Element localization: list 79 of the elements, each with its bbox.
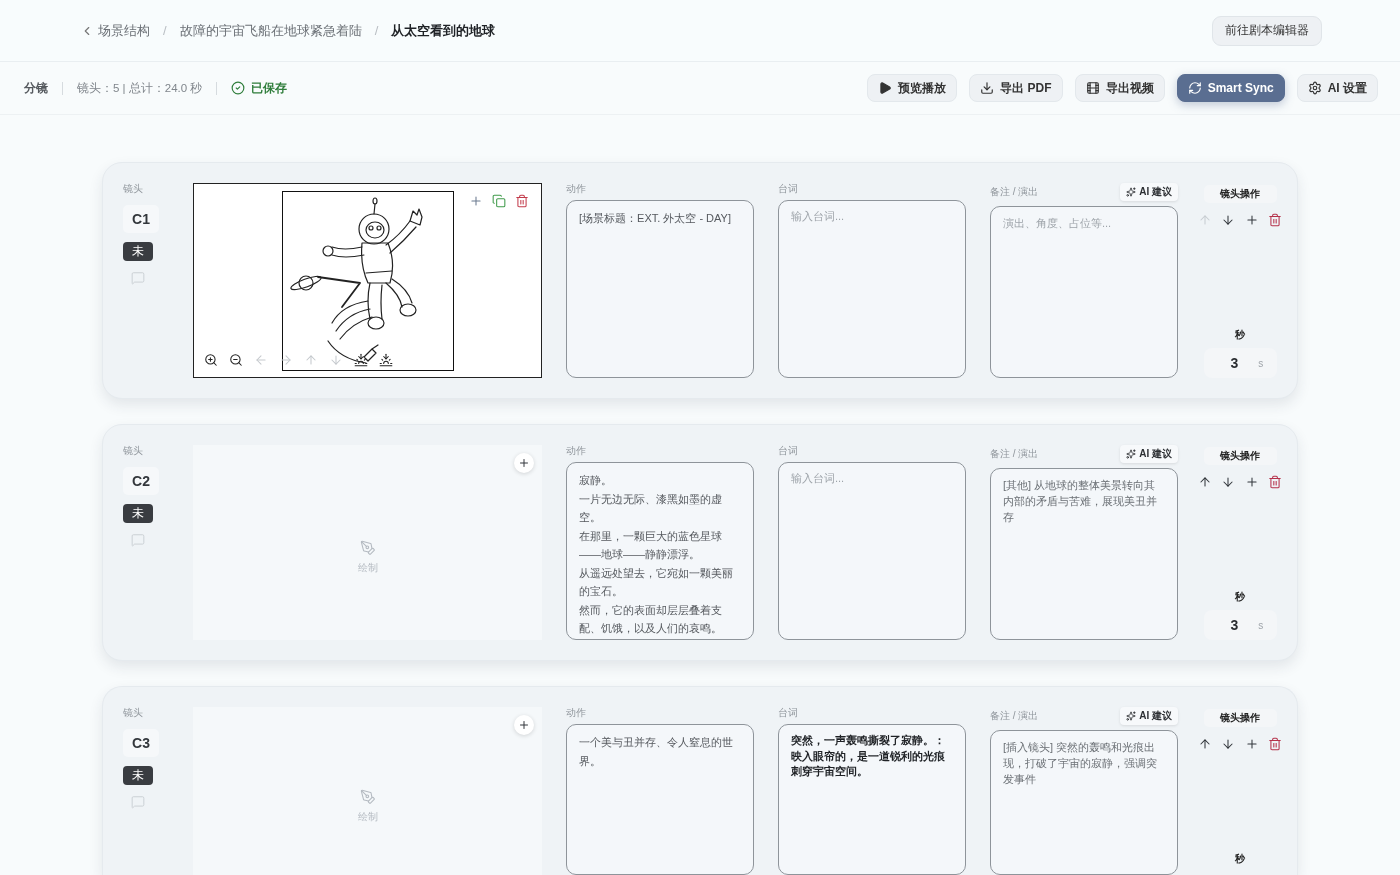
ai-suggest-button[interactable]: AI 建议 xyxy=(1120,445,1178,463)
shot-heading: 镜头 xyxy=(123,183,143,195)
status-badge: 未 xyxy=(123,766,153,785)
field-label: 台词 xyxy=(778,707,798,719)
move-up-icon[interactable] xyxy=(1197,475,1212,489)
field-label: 备注 / 演出 xyxy=(990,448,1039,460)
sunset-icon[interactable] xyxy=(354,353,368,367)
field-label: 台词 xyxy=(778,445,798,457)
shot-ops-label: 镜头操作 xyxy=(1203,447,1277,465)
add-sketch-button[interactable] xyxy=(514,453,534,473)
action-field[interactable]: [场景标题：EXT. 外太空 - DAY] xyxy=(566,200,754,378)
trash-icon[interactable] xyxy=(515,194,529,208)
check-circle-icon xyxy=(231,81,246,95)
field-label: 动作 xyxy=(566,183,586,195)
status-badge: 未 xyxy=(123,242,153,261)
ai-suggest-button[interactable]: AI 建议 xyxy=(1120,183,1178,201)
toolbar-button[interactable]: 导出 PDF xyxy=(969,74,1063,102)
move-up-icon[interactable] xyxy=(1197,737,1212,751)
breadcrumb-link[interactable]: 场景结构 xyxy=(98,21,150,40)
trash-icon[interactable] xyxy=(1268,737,1283,751)
field-label: 动作 xyxy=(566,445,586,457)
sunset-icon[interactable] xyxy=(379,353,393,367)
shot-id: C2 xyxy=(123,467,159,495)
shot-ops-label: 镜头操作 xyxy=(1203,709,1277,727)
settings-icon xyxy=(1307,81,1322,95)
seconds-label: 秒 xyxy=(1235,329,1245,341)
status-badge: 未 xyxy=(123,504,153,523)
sparkles-icon xyxy=(1126,711,1137,721)
seconds-label: 秒 xyxy=(1235,853,1245,865)
duration-field[interactable]: 3 s xyxy=(1203,348,1277,378)
shot-id: C3 xyxy=(123,729,159,757)
field-label: 台词 xyxy=(778,183,798,195)
pen-icon xyxy=(359,540,376,556)
notes-field[interactable]: [插入镜头] 突然的轰鸣和光痕出现，打破了宇宙的寂静，强调突发事件 xyxy=(990,730,1178,875)
breadcrumb-separator: / xyxy=(374,21,379,40)
shot-heading: 镜头 xyxy=(123,707,143,719)
action-field[interactable]: 一个美与丑并存、令人窒息的世界。 xyxy=(566,724,754,875)
plus-icon xyxy=(518,719,530,731)
plus-icon[interactable] xyxy=(469,194,483,208)
trash-icon[interactable] xyxy=(1268,475,1283,489)
action-field[interactable]: 寂静。 一片无边无际、漆黑如墨的虚空。 在那里，一颗巨大的蓝色星球——地球——静静漂浮。 从遥远处望去，它宛如一颗美丽的宝石。 然而，它的表面却层层叠着支配、饥饿，以及人们的哀鸣。 xyxy=(566,462,754,640)
shot-ops-label: 镜头操作 xyxy=(1203,185,1277,203)
toolbar-title: 分镜 xyxy=(24,79,48,97)
download-icon xyxy=(980,81,995,95)
add-sketch-button[interactable] xyxy=(514,715,534,735)
notes-field[interactable]: [其他] 从地球的整体美景转向其内部的矛盾与苦难，展现美丑并存 xyxy=(990,468,1178,640)
field-label: 动作 xyxy=(566,707,586,719)
zoom-out-icon[interactable] xyxy=(229,353,243,367)
copy-icon[interactable] xyxy=(492,194,506,208)
play-icon xyxy=(878,81,893,95)
trash-icon[interactable] xyxy=(1268,213,1283,227)
refresh-icon xyxy=(1187,81,1202,95)
shot-heading: 镜头 xyxy=(123,445,143,457)
toolbar-button[interactable]: 导出视频 xyxy=(1074,74,1165,102)
dialogue-field[interactable]: 突然，一声轰鸣撕裂了寂静。：映入眼帘的，是一道锐利的光痕刺穿宇宙空间。 xyxy=(778,724,966,875)
field-label: 备注 / 演出 xyxy=(990,710,1039,722)
plus-icon[interactable] xyxy=(1244,475,1259,489)
zoom-in-icon[interactable] xyxy=(204,353,218,367)
plus-icon[interactable] xyxy=(1244,737,1259,751)
breadcrumb-separator: / xyxy=(163,21,167,40)
film-icon xyxy=(1085,81,1100,95)
sparkles-icon xyxy=(1126,449,1137,459)
breadcrumb-link[interactable]: 故障的宇宙飞船在地球紧急着陆 xyxy=(179,21,362,40)
toolbar-button[interactable]: Smart Sync xyxy=(1176,74,1285,102)
plus-icon[interactable] xyxy=(1244,213,1259,227)
toolbar-button[interactable]: AI 设置 xyxy=(1296,74,1378,102)
shot-id: C1 xyxy=(123,205,159,233)
toolbar-button[interactable]: 预览播放 xyxy=(867,74,958,102)
shot-summary: 镜头：5 | 总计：24.0 秒 xyxy=(77,80,203,96)
open-script-editor-button[interactable]: 前往剧本编辑器 xyxy=(1212,15,1322,46)
pen-icon xyxy=(359,788,376,805)
plus-icon xyxy=(518,457,530,469)
ai-suggest-button[interactable]: AI 建议 xyxy=(1120,707,1178,725)
field-label: 备注 / 演出 xyxy=(990,186,1039,198)
duration-field[interactable]: 3 s xyxy=(1203,610,1277,640)
breadcrumb-link[interactable]: 从太空看到的地球 xyxy=(391,21,496,40)
sparkles-icon xyxy=(1126,187,1137,197)
save-status: 已保存 xyxy=(251,79,288,97)
seconds-label: 秒 xyxy=(1235,591,1245,603)
